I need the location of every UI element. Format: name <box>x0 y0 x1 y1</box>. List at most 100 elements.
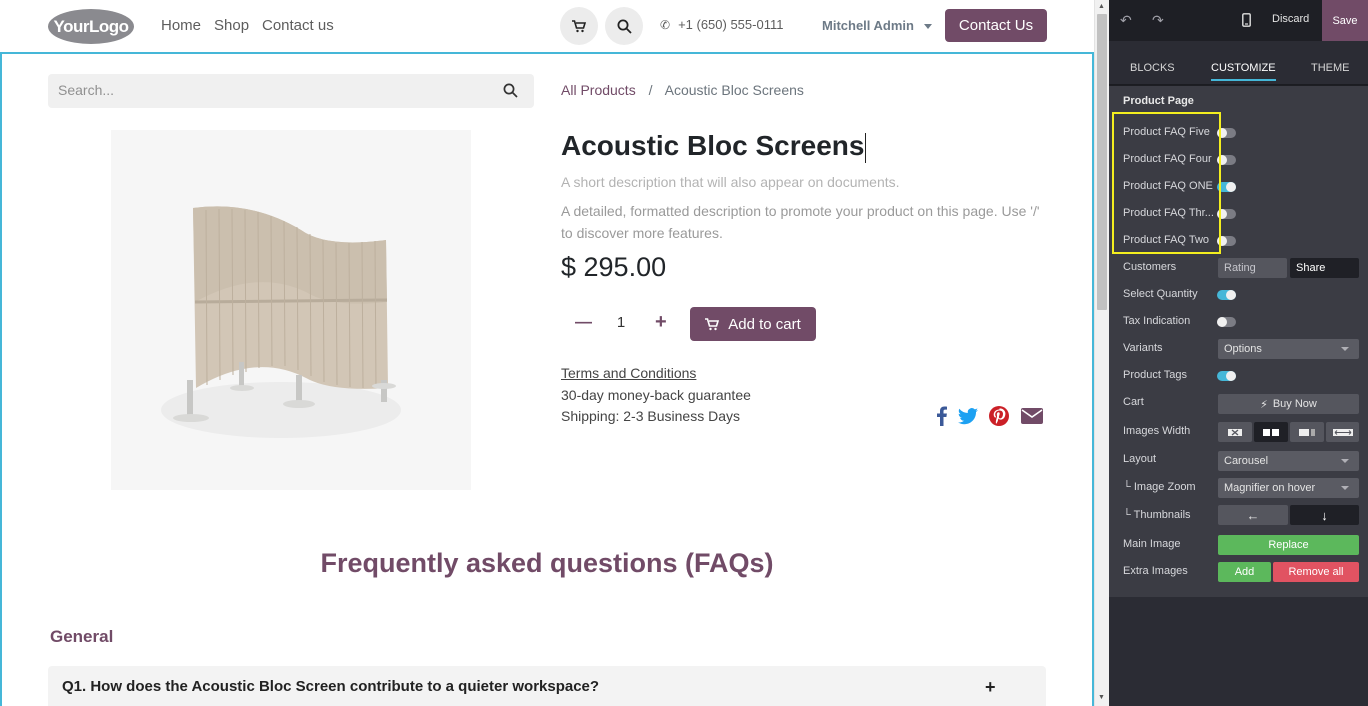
cart-button[interactable] <box>560 7 598 45</box>
user-menu[interactable]: Mitchell Admin <box>822 18 932 33</box>
highlight-box <box>1112 112 1221 254</box>
customers-share-button[interactable]: Share <box>1290 258 1359 278</box>
nav-shop[interactable]: Shop <box>214 17 249 34</box>
shipping-text: Shipping: 2-3 Business Days <box>561 408 740 424</box>
nav-contact[interactable]: Contact us <box>262 17 334 34</box>
undo-icon[interactable]: ↶ <box>1120 12 1132 29</box>
product-title[interactable]: Acoustic Bloc Screens <box>561 130 867 163</box>
breadcrumb-current: Acoustic Bloc Screens <box>664 82 804 98</box>
search-button[interactable] <box>605 7 643 45</box>
phone-icon: ✆ <box>660 18 671 32</box>
option-label: Images Width <box>1123 425 1191 437</box>
images-width-full[interactable] <box>1326 422 1359 442</box>
contact-us-button[interactable]: Contact Us <box>945 9 1047 42</box>
thumbnails-left-button[interactable]: ← <box>1218 505 1288 525</box>
text-cursor <box>865 132 867 163</box>
save-button[interactable]: Save <box>1322 0 1368 41</box>
option-label: Main Image <box>1123 538 1181 550</box>
no-image-icon <box>1228 428 1242 436</box>
add-images-button[interactable]: Add <box>1218 562 1271 582</box>
faq-question-text: Q1. How does the Acoustic Bloc Screen co… <box>62 678 600 695</box>
acoustic-screen-image <box>161 206 401 438</box>
cart-icon <box>705 317 720 330</box>
replace-image-button[interactable]: Replace <box>1218 535 1359 555</box>
arrow-left-icon: ← <box>1246 507 1260 523</box>
plus-icon[interactable]: + <box>655 311 667 334</box>
arrow-down-icon: ↓ <box>1321 507 1328 523</box>
product-short-description[interactable]: A short description that will also appea… <box>561 174 900 190</box>
editor-tabs: BLOCKS CUSTOMIZE THEME <box>1109 41 1368 85</box>
envelope-icon[interactable] <box>1020 405 1044 427</box>
phone-number: +1 (650) 555-0111 <box>678 17 784 32</box>
option-label: Variants <box>1123 342 1163 354</box>
option-label: Customers <box>1123 261 1177 273</box>
option-label: Product Tags <box>1123 369 1188 381</box>
scrollbar-thumb[interactable] <box>1097 14 1107 310</box>
facebook-icon[interactable] <box>930 405 954 427</box>
large-width-icon <box>1299 428 1315 436</box>
layout-select[interactable]: Carousel <box>1218 451 1359 471</box>
customers-rating-button[interactable]: Rating <box>1218 258 1287 278</box>
scroll-down-icon[interactable]: ▼ <box>1098 694 1105 702</box>
plus-icon[interactable]: + <box>985 677 996 698</box>
add-to-cart-label: Add to cart <box>728 315 801 333</box>
product-long-description[interactable]: A detailed, formatted description to pro… <box>561 200 1051 244</box>
thumbnails-bottom-button[interactable]: ↓ <box>1290 505 1359 525</box>
images-width-large[interactable] <box>1290 422 1324 442</box>
search-icon[interactable] <box>503 83 518 98</box>
website-preview: YourLogo Home Shop Contact us ✆ +1 (650) … <box>0 0 1094 706</box>
breadcrumb-all-products[interactable]: All Products <box>561 82 636 98</box>
toggle-tax-indication[interactable] <box>1217 317 1236 327</box>
option-label: Cart <box>1123 396 1144 408</box>
half-width-icon <box>1263 428 1279 436</box>
option-label: Select Quantity <box>1123 288 1198 300</box>
discard-button[interactable]: Discard <box>1272 13 1309 25</box>
images-width-half[interactable] <box>1254 422 1288 442</box>
variants-select[interactable]: Options <box>1218 339 1359 359</box>
product-image[interactable] <box>111 130 471 490</box>
search-input[interactable] <box>58 82 488 98</box>
product-search <box>48 74 534 108</box>
tab-blocks[interactable]: BLOCKS <box>1130 62 1175 74</box>
user-name: Mitchell Admin <box>822 18 914 33</box>
phone-link[interactable]: ✆ +1 (650) 555-0111 <box>660 17 783 32</box>
pinterest-icon[interactable] <box>988 405 1012 427</box>
faq-heading: Frequently asked questions (FAQs) <box>320 548 774 578</box>
twitter-icon[interactable] <box>956 405 980 427</box>
image-zoom-select[interactable]: Magnifier on hover <box>1218 478 1359 498</box>
tab-theme[interactable]: THEME <box>1311 62 1350 74</box>
editor-toolbar: ↶ ↷ Discard Save <box>1109 0 1368 41</box>
scroll-up-icon[interactable]: ▲ <box>1098 3 1105 11</box>
breadcrumb: All Products / Acoustic Bloc Screens <box>561 82 804 98</box>
page-scrollbar[interactable]: ▲ ▼ <box>1094 0 1109 706</box>
tab-customize[interactable]: CUSTOMIZE <box>1211 62 1276 81</box>
redo-icon[interactable]: ↷ <box>1152 12 1164 29</box>
faq-section-general: General <box>50 627 114 646</box>
add-to-cart-button[interactable]: Add to cart <box>690 307 816 341</box>
nav-home[interactable]: Home <box>161 17 201 34</box>
guarantee-text: 30-day money-back guarantee <box>561 387 751 403</box>
minus-icon[interactable]: — <box>575 312 592 332</box>
buy-now-label: Buy Now <box>1272 398 1317 410</box>
toggle-product-tags[interactable] <box>1217 371 1236 381</box>
editor-panel: ↶ ↷ Discard Save BLOCKS CUSTOMIZE THEME … <box>1109 0 1368 706</box>
quantity-input[interactable]: 1 <box>612 314 630 331</box>
full-width-icon <box>1332 428 1353 436</box>
images-width-none[interactable] <box>1218 422 1252 442</box>
option-label: Layout <box>1123 453 1157 465</box>
mobile-preview-icon[interactable] <box>1242 13 1251 27</box>
product-title-text: Acoustic Bloc Screens <box>561 130 865 161</box>
terms-link[interactable]: Terms and Conditions <box>561 365 696 381</box>
remove-all-images-button[interactable]: Remove all <box>1273 562 1359 582</box>
faq-question-1[interactable]: Q1. How does the Acoustic Bloc Screen co… <box>48 666 1046 706</box>
option-label: └ Thumbnails <box>1123 509 1191 521</box>
site-logo[interactable]: YourLogo <box>48 9 134 44</box>
option-label: Tax Indication <box>1123 315 1191 327</box>
toggle-select-quantity[interactable] <box>1217 290 1236 300</box>
cart-icon <box>572 19 586 32</box>
section-title: Product Page <box>1123 95 1194 107</box>
buy-now-button[interactable]: ⚡︎ Buy Now <box>1218 394 1359 414</box>
site-header: YourLogo Home Shop Contact us ✆ +1 (650) … <box>0 0 1094 52</box>
breadcrumb-separator: / <box>648 82 653 98</box>
option-label: Extra Images <box>1123 565 1188 577</box>
